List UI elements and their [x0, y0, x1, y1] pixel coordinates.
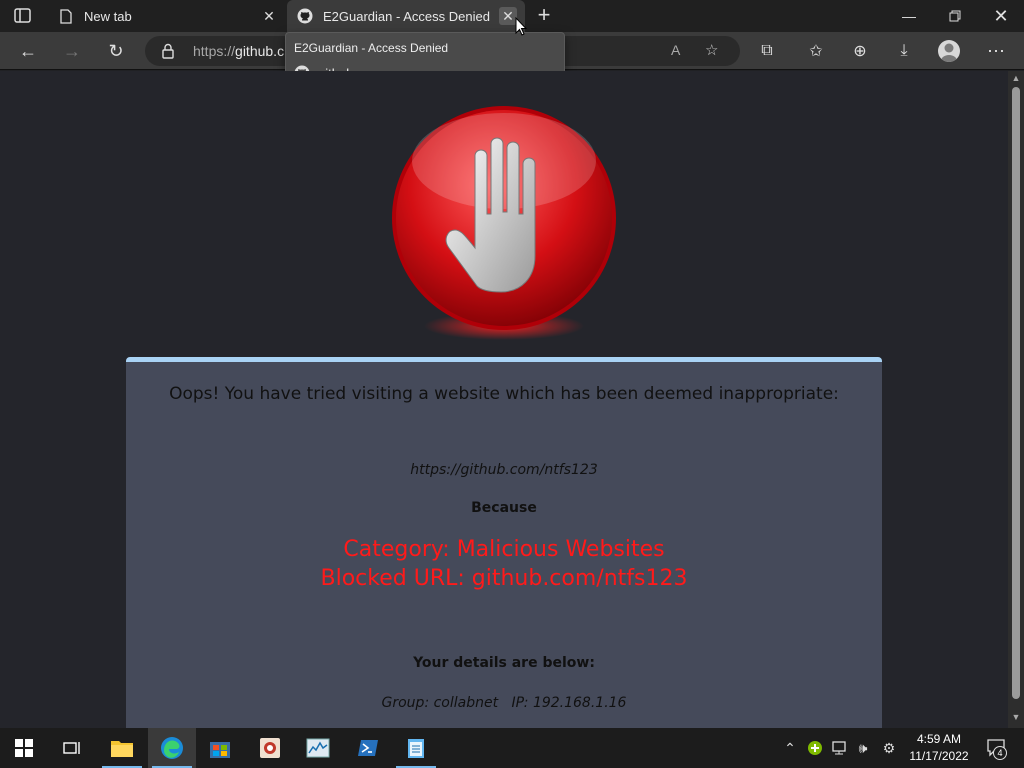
user-details: Group: collabnet IP: 192.168.1.16: [381, 695, 627, 711]
tab-e2guardian[interactable]: E2Guardian - Access Denied ✕: [287, 0, 525, 32]
mouse-cursor-icon: [515, 16, 528, 37]
clock-date: 11/17/2022: [909, 749, 969, 763]
url-scheme: https://: [193, 43, 236, 59]
page-scrollbar[interactable]: ▲ ▼: [1008, 71, 1024, 728]
stop-hand-icon: [389, 106, 619, 341]
powershell-icon[interactable]: [344, 728, 392, 768]
refresh-icon[interactable]: ↻: [98, 32, 134, 70]
tab-label: E2Guardian - Access Denied: [323, 8, 490, 24]
scroll-down-icon[interactable]: ▼: [1008, 712, 1024, 726]
url-host: github.c: [235, 43, 285, 59]
clock[interactable]: 4:59 AM 11/17/2022: [902, 728, 976, 768]
task-view-icon[interactable]: [48, 728, 96, 768]
more-options-icon[interactable]: ⋯: [978, 32, 1014, 70]
close-tab-icon[interactable]: ✕: [260, 7, 278, 25]
clock-time: 4:59 AM: [916, 732, 962, 746]
new-tab-icon[interactable]: +: [534, 4, 554, 28]
forward-icon[interactable]: →: [54, 32, 90, 70]
block-category: Category: Malicious Websites: [343, 537, 665, 562]
blocked-url: https://github.com/ntfs123: [410, 462, 598, 478]
restore-icon[interactable]: [932, 0, 978, 32]
scrollbar-thumb[interactable]: [1012, 87, 1020, 699]
read-aloud-icon[interactable]: A: [671, 42, 680, 58]
notification-count-badge: 4: [993, 746, 1007, 760]
file-explorer-icon[interactable]: [98, 728, 146, 768]
notepad-icon[interactable]: [392, 728, 440, 768]
hover-card-title: E2Guardian - Access Denied: [294, 41, 449, 55]
extensions-icon[interactable]: ⧉: [749, 32, 785, 70]
update-status-icon[interactable]: [804, 728, 826, 768]
tab-new-tab[interactable]: New tab ✕: [48, 0, 286, 32]
block-headline: Oops! You have tried visiting a website …: [169, 384, 839, 404]
start-icon[interactable]: [0, 728, 48, 768]
github-icon: [297, 8, 313, 24]
resource-monitor-icon[interactable]: [294, 728, 342, 768]
scroll-up-icon[interactable]: ▲: [1008, 73, 1024, 87]
notification-center-icon[interactable]: 4: [980, 728, 1014, 768]
details-heading: Your details are below:: [413, 655, 595, 671]
back-icon[interactable]: ←: [10, 32, 46, 70]
app-icon[interactable]: [246, 728, 294, 768]
taskbar: ⌃ 🕪 ⚙ 4:59 AM 11/17/2022 4: [0, 728, 1024, 768]
page-icon: [58, 8, 74, 24]
close-window-icon[interactable]: ✕: [978, 0, 1024, 32]
favorites-icon[interactable]: ✩: [798, 32, 834, 70]
minimize-icon[interactable]: —: [886, 0, 932, 32]
block-reason-url: Blocked URL: github.com/ntfs123: [320, 566, 688, 591]
collections-icon[interactable]: ⊕: [842, 32, 878, 70]
tab-bar: New tab ✕ E2Guardian - Access Denied ✕ +…: [0, 0, 1024, 32]
edge-icon[interactable]: [148, 728, 196, 768]
page-content: Oops! You have tried visiting a website …: [0, 71, 1008, 728]
add-favorite-icon[interactable]: ☆: [705, 41, 718, 59]
tab-actions-icon[interactable]: [14, 8, 32, 24]
because-label: Because: [471, 500, 537, 516]
network-icon[interactable]: [828, 728, 850, 768]
lock-icon: [161, 43, 175, 62]
show-hidden-icons-icon[interactable]: ⌃: [780, 728, 800, 768]
profile-avatar[interactable]: [938, 40, 960, 62]
volume-icon[interactable]: 🕪: [852, 728, 874, 768]
block-message-panel: Oops! You have tried visiting a website …: [126, 357, 882, 728]
settings-icon[interactable]: ⚙: [878, 728, 900, 768]
store-icon[interactable]: [196, 728, 244, 768]
tab-label: New tab: [84, 8, 132, 24]
downloads-icon[interactable]: ⤓: [886, 32, 922, 70]
